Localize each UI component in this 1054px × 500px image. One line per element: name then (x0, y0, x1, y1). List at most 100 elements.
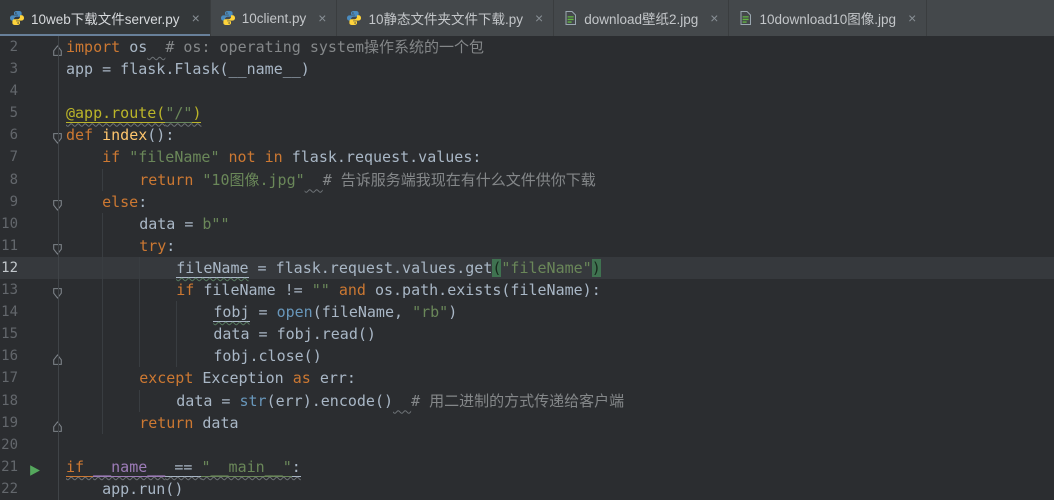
indent-guide (176, 323, 213, 345)
code-token: os.path.exists(fileName): (375, 281, 601, 299)
indent-guide (66, 279, 102, 301)
code-text: app.run() (66, 478, 1054, 500)
code-token: "" (312, 281, 330, 299)
code-line[interactable]: 20 (0, 434, 1054, 456)
code-line[interactable]: 4 (0, 80, 1054, 102)
code-line[interactable]: 22app.run() (0, 478, 1054, 500)
code-text: return data (66, 412, 1054, 434)
image-file-icon (738, 10, 753, 26)
indent-guide (102, 279, 139, 301)
code-token (147, 38, 165, 56)
code-text: try: (66, 235, 1054, 257)
code-text: fobj = open(fileName, "rb") (66, 301, 1054, 323)
code-line[interactable]: 13if fileName != "" and os.path.exists(f… (0, 279, 1054, 301)
code-token: @app.route( (66, 104, 165, 123)
code-token: as (284, 369, 320, 387)
code-line[interactable]: 3 app = flask.Flask(__name__) (0, 58, 1054, 80)
editor-tab[interactable]: 10静态文件夹文件下载.py× (337, 0, 554, 36)
code-token: and (330, 281, 375, 299)
indent-guide (102, 301, 139, 323)
editor-tab[interactable]: 10download10图像.jpg× (729, 0, 927, 36)
code-line-caret[interactable]: 12fileName = flask.request.values.get("f… (0, 257, 1054, 279)
indent-guide (176, 301, 213, 323)
code-line[interactable]: 15data = fobj.read() (0, 323, 1054, 345)
code-line[interactable]: 14fobj = open(fileName, "rb") (0, 301, 1054, 323)
code-token: == (165, 458, 201, 477)
code-token: "rb" (412, 303, 448, 321)
code-text: import os # os: operating system操作系统的一个包 (66, 36, 1054, 58)
indent-guide (66, 390, 102, 412)
code-text: def index(): (66, 124, 1054, 146)
code-token: fobj.close() (213, 347, 321, 365)
code-token: = (250, 303, 277, 321)
code-token: b"" (202, 215, 229, 233)
close-icon[interactable]: × (535, 11, 543, 25)
code-token: Exception (202, 369, 283, 387)
code-line[interactable]: 11try: (0, 235, 1054, 257)
code-line[interactable]: 5@app.route("/") (0, 102, 1054, 124)
line-number: 4 (0, 80, 18, 102)
editor-tab[interactable]: 10client.py × (211, 0, 338, 36)
indent-guide (66, 345, 102, 367)
tab-bar: 10web下载文件server.py×10client.py×10静态文件夹文件… (0, 0, 1054, 36)
code-line[interactable]: 19 return data (0, 412, 1054, 434)
line-number: 3 (0, 58, 18, 80)
code-line[interactable]: 6 def index(): (0, 124, 1054, 146)
indent-guide (139, 257, 176, 279)
code-line[interactable]: 7if "fileName" not in flask.request.valu… (0, 146, 1054, 168)
gutter-separator (58, 36, 59, 500)
code-line[interactable]: 9else: (0, 191, 1054, 213)
line-number: 19 (0, 412, 18, 434)
indent-guide (66, 412, 102, 434)
code-token: else (102, 193, 138, 211)
code-token: # 用二进制的方式传递给客户端 (411, 392, 624, 410)
indent-guide (66, 191, 102, 213)
code-token: # 告诉服务端我现在有什么文件供你下载 (323, 171, 596, 189)
line-number: 2 (0, 36, 18, 58)
code-line[interactable]: 17except Exception as err: (0, 367, 1054, 389)
line-number: 16 (0, 345, 18, 367)
line-number: 17 (0, 367, 18, 389)
code-token: os (129, 38, 147, 56)
code-text: else: (66, 191, 1054, 213)
code-line[interactable]: 21if __name__ == "__main__": (0, 456, 1054, 478)
code-token: : (166, 237, 175, 255)
editor[interactable]: 2 import os # os: operating system操作系统的一个… (0, 36, 1054, 500)
code-token: str (240, 392, 267, 410)
code-token: fobj (213, 303, 249, 322)
code-token (393, 392, 411, 410)
code-line[interactable]: 10data = b"" (0, 213, 1054, 235)
code-token: app = flask.Flask(__name__) (66, 60, 310, 78)
indent-guide (66, 367, 102, 389)
code-token: not in (220, 148, 292, 166)
code-token: return (139, 171, 202, 189)
close-icon[interactable]: × (318, 11, 326, 25)
code-line[interactable]: 18data = str(err).encode() # 用二进制的方式传递给客… (0, 390, 1054, 412)
line-number: 7 (0, 146, 18, 168)
code-token: if (176, 281, 203, 299)
code-token: # os: operating system操作系统的一个包 (165, 38, 484, 56)
line-number: 18 (0, 390, 18, 412)
indent-guide (102, 412, 139, 434)
line-number: 10 (0, 213, 18, 235)
code-token (305, 171, 323, 189)
indent-guide (66, 478, 102, 500)
close-icon[interactable]: × (908, 11, 916, 25)
close-icon[interactable]: × (192, 11, 200, 25)
indent-guide (102, 213, 139, 235)
code-line[interactable]: 16 fobj.close() (0, 345, 1054, 367)
tab-label: 10client.py (242, 11, 307, 26)
indent-guide (102, 390, 139, 412)
indent-guide (102, 257, 139, 279)
editor-tab[interactable]: download壁纸2.jpg× (554, 0, 729, 36)
line-number: 6 (0, 124, 18, 146)
run-arrow-icon[interactable] (28, 461, 41, 474)
indent-guide (102, 323, 139, 345)
close-icon[interactable]: × (710, 11, 718, 25)
editor-tab[interactable]: 10web下载文件server.py× (0, 0, 211, 36)
code-token: import (66, 38, 129, 56)
code-line[interactable]: 2 import os # os: operating system操作系统的一个… (0, 36, 1054, 58)
code-line[interactable]: 8return "10图像.jpg" # 告诉服务端我现在有什么文件供你下载 (0, 169, 1054, 191)
code-text: @app.route("/") (66, 102, 1054, 124)
code-token: data = fobj.read() (213, 325, 376, 343)
